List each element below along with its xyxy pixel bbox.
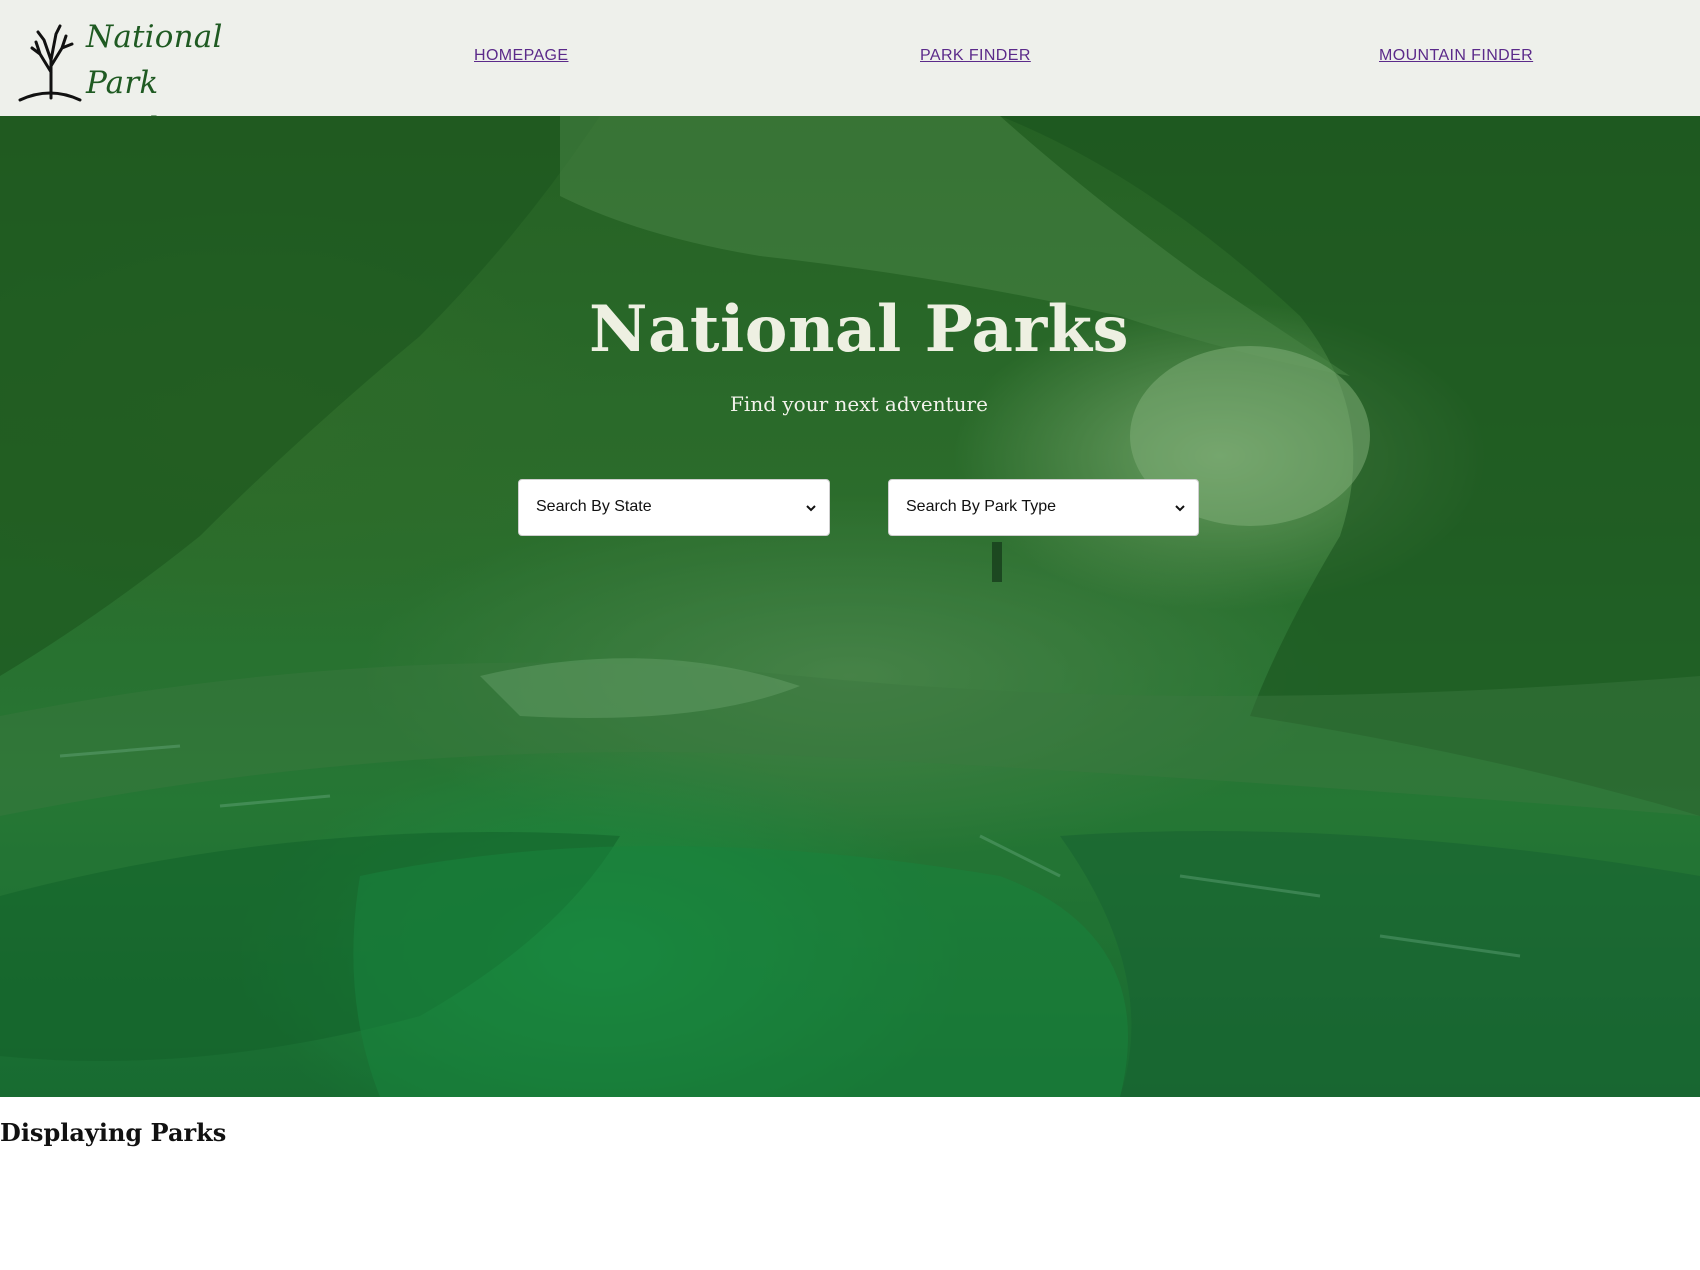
hero-banner: National Parks Find your next adventure … (0, 116, 1700, 1097)
top-nav: National Park Finder HOMEPAGE PARK FINDE… (0, 0, 1700, 147)
logo-line-1: National Park (86, 19, 223, 101)
nav-link-homepage[interactable]: HOMEPAGE (474, 47, 568, 65)
hero-green-overlay (0, 116, 1700, 1097)
nav-link-park-finder[interactable]: PARK FINDER (920, 47, 1031, 65)
state-select[interactable]: Search By State (518, 479, 830, 536)
chevron-down-icon (1175, 505, 1185, 512)
park-type-select-value: Search By Park Type (906, 498, 1056, 515)
hero-title: National Parks (588, 292, 1130, 367)
results-heading: Displaying Parks (0, 1118, 227, 1147)
site-logo[interactable]: National Park Finder (18, 14, 278, 147)
chevron-down-icon (806, 505, 816, 512)
nav-link-mountain-finder[interactable]: MOUNTAIN FINDER (1379, 47, 1533, 65)
hero-subtitle: Find your next adventure (730, 392, 988, 416)
park-type-select[interactable]: Search By Park Type (888, 479, 1199, 536)
state-select-value: Search By State (536, 498, 652, 515)
tree-icon (18, 24, 82, 102)
